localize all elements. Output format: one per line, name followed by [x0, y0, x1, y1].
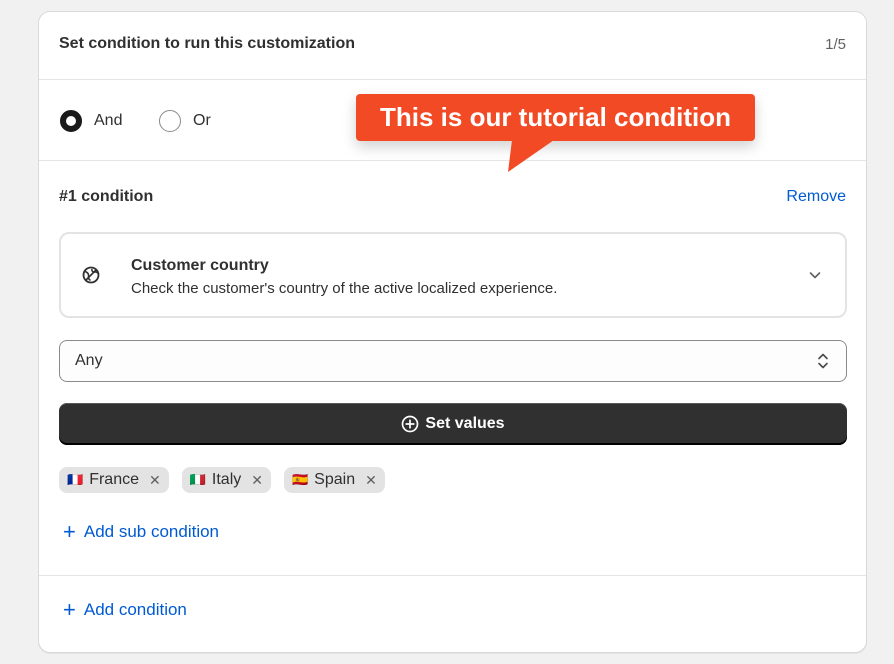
value-tag-label: France [89, 471, 139, 488]
selected-values: 🇫🇷 France ✕ 🇮🇹 Italy ✕ 🇪🇸 Spain ✕ [59, 467, 398, 493]
chevron-down-icon [809, 272, 821, 279]
plus-circle-icon [402, 415, 419, 433]
radio-unchecked-icon[interactable] [159, 110, 181, 132]
set-values-button[interactable]: Set values [59, 403, 847, 445]
add-sub-condition-link[interactable]: + Add sub condition [63, 521, 219, 543]
card-title: Set condition to run this customization [59, 35, 355, 52]
rule-type-selector[interactable]: Customer country Check the customer's co… [59, 232, 847, 318]
and-radio[interactable]: And [60, 110, 122, 132]
add-condition-link[interactable]: + Add condition [63, 599, 187, 621]
add-sub-condition-label: Add sub condition [83, 522, 220, 541]
operator-select[interactable]: Any [59, 340, 847, 382]
value-tag: 🇮🇹 Italy ✕ [181, 467, 271, 493]
or-radio[interactable]: Or [159, 110, 211, 132]
flag-italy-icon: 🇮🇹 [189, 472, 206, 487]
plus-icon: + [63, 597, 76, 622]
or-radio-label: Or [193, 112, 211, 129]
and-radio-label: And [94, 112, 123, 129]
add-condition-label: Add condition [83, 600, 187, 619]
remove-tag-icon[interactable]: ✕ [365, 472, 377, 489]
globe-off-icon [82, 266, 100, 284]
remove-tag-icon[interactable]: ✕ [251, 472, 263, 489]
flag-spain-icon: 🇪🇸 [291, 472, 309, 487]
rule-description: Check the customer's country of the acti… [131, 280, 558, 297]
remove-tag-icon[interactable]: ✕ [149, 472, 161, 489]
value-tag-label: Italy [211, 471, 242, 488]
value-tag-label: Spain [314, 471, 356, 488]
divider [39, 575, 866, 576]
value-tag: 🇫🇷 France ✕ [59, 467, 169, 493]
set-values-label: Set values [425, 415, 505, 432]
condition-title: #1 condition [59, 188, 154, 205]
rule-name: Customer country [131, 257, 269, 274]
select-caret-icon [818, 353, 828, 369]
value-tag: 🇪🇸 Spain ✕ [283, 467, 385, 493]
remove-condition-link[interactable]: Remove [786, 188, 846, 206]
operator-select-value: Any [75, 352, 103, 369]
step-counter: 1/5 [825, 36, 846, 53]
radio-checked-icon[interactable] [60, 110, 82, 132]
tutorial-callout: This is our tutorial condition [356, 94, 755, 141]
flag-france-icon: 🇫🇷 [67, 472, 84, 487]
plus-icon: + [63, 519, 76, 544]
callout-pointer [508, 140, 554, 172]
card-header: Set condition to run this customization … [39, 12, 866, 80]
